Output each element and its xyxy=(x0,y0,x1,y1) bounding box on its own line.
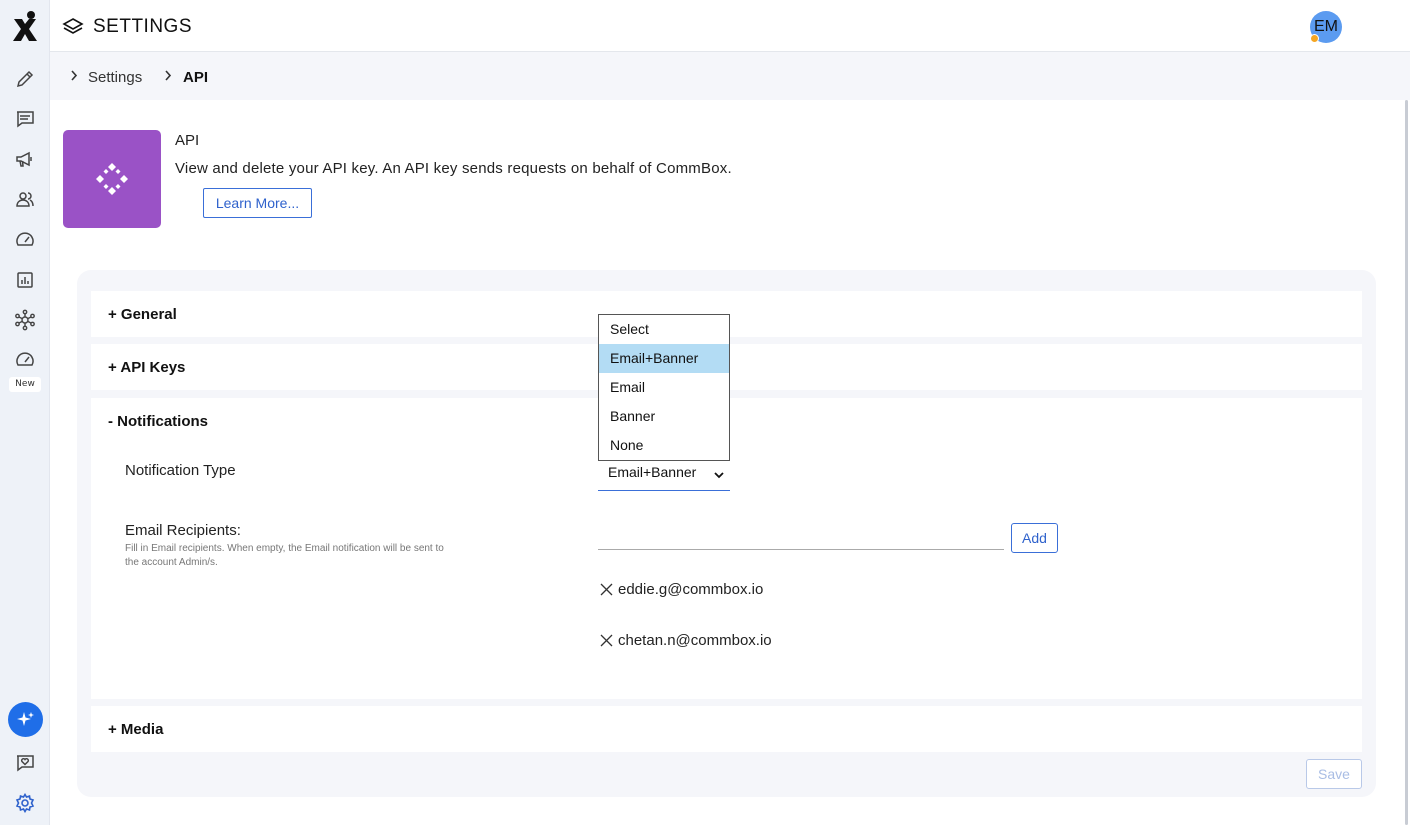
app-root: New SETTINGS EM Settings API API View an… xyxy=(0,0,1410,825)
left-nav-rail: New xyxy=(0,0,50,825)
option-email-banner[interactable]: Email+Banner xyxy=(599,344,729,373)
heart-chat-icon[interactable] xyxy=(13,751,37,775)
learn-more-button[interactable]: Learn More... xyxy=(203,188,312,218)
new-badge: New xyxy=(9,377,41,392)
email-recipients-label: Email Recipients: xyxy=(125,522,241,539)
recipient-email: chetan.n@commbox.io xyxy=(618,632,772,649)
chevron-down-icon xyxy=(714,466,724,482)
layers-icon xyxy=(62,18,84,34)
remove-recipient-icon[interactable] xyxy=(600,583,614,597)
chevron-right-icon xyxy=(164,70,172,84)
ai-sparkle-button[interactable] xyxy=(8,702,43,737)
notification-type-value: Email+Banner xyxy=(608,464,697,480)
page-title: SETTINGS xyxy=(93,16,193,37)
option-none[interactable]: None xyxy=(599,431,729,460)
option-banner[interactable]: Banner xyxy=(599,402,729,431)
section-general-header[interactable]: + General xyxy=(108,306,177,323)
breadcrumb: Settings API xyxy=(50,52,1410,100)
sparkle-icon xyxy=(16,711,34,726)
recipient-item: eddie.g@commbox.io xyxy=(600,581,763,598)
users-icon[interactable] xyxy=(13,187,37,211)
section-api-keys-header[interactable]: + API Keys xyxy=(108,359,185,376)
save-button[interactable]: Save xyxy=(1306,759,1362,789)
chat-icon[interactable] xyxy=(13,107,37,131)
dashboard-gauge-icon[interactable] xyxy=(13,228,37,252)
section-notifications-header[interactable]: - Notifications xyxy=(108,413,208,430)
recipient-item: chetan.n@commbox.io xyxy=(600,632,772,649)
section-media[interactable]: + Media xyxy=(91,706,1362,752)
network-hub-icon[interactable] xyxy=(13,308,37,332)
recipient-email: eddie.g@commbox.io xyxy=(618,581,764,598)
breadcrumb-settings[interactable]: Settings xyxy=(88,69,142,86)
api-app-tile xyxy=(63,130,161,228)
commbox-logo[interactable] xyxy=(11,10,39,42)
settings-gear-icon[interactable] xyxy=(13,791,37,815)
email-recipient-input[interactable] xyxy=(598,524,1004,550)
page-scrollbar[interactable] xyxy=(1405,100,1408,825)
top-header: SETTINGS xyxy=(50,0,1410,52)
notification-type-dropdown: Select Email+Banner Email Banner None xyxy=(598,314,730,461)
option-select[interactable]: Select xyxy=(599,315,729,344)
remove-recipient-icon[interactable] xyxy=(600,634,614,648)
edit-icon[interactable] xyxy=(13,67,37,91)
breadcrumb-api: API xyxy=(183,69,209,86)
chevron-right-icon xyxy=(70,70,78,84)
status-dot xyxy=(1310,34,1319,43)
intro-title: API xyxy=(175,132,200,149)
intro-description: View and delete your API key. An API key… xyxy=(175,160,732,177)
api-diamonds-icon xyxy=(96,163,128,195)
notification-type-label: Notification Type xyxy=(125,462,236,479)
notification-type-select[interactable]: Email+Banner xyxy=(598,460,730,491)
megaphone-icon[interactable] xyxy=(13,147,37,171)
add-recipient-button[interactable]: Add xyxy=(1011,523,1058,553)
option-email[interactable]: Email xyxy=(599,373,729,402)
section-media-header[interactable]: + Media xyxy=(108,721,163,738)
email-recipients-hint: Fill in Email recipients. When empty, th… xyxy=(125,543,444,568)
reports-chart-icon[interactable] xyxy=(13,268,37,292)
new-gauge-icon[interactable] xyxy=(13,348,37,372)
